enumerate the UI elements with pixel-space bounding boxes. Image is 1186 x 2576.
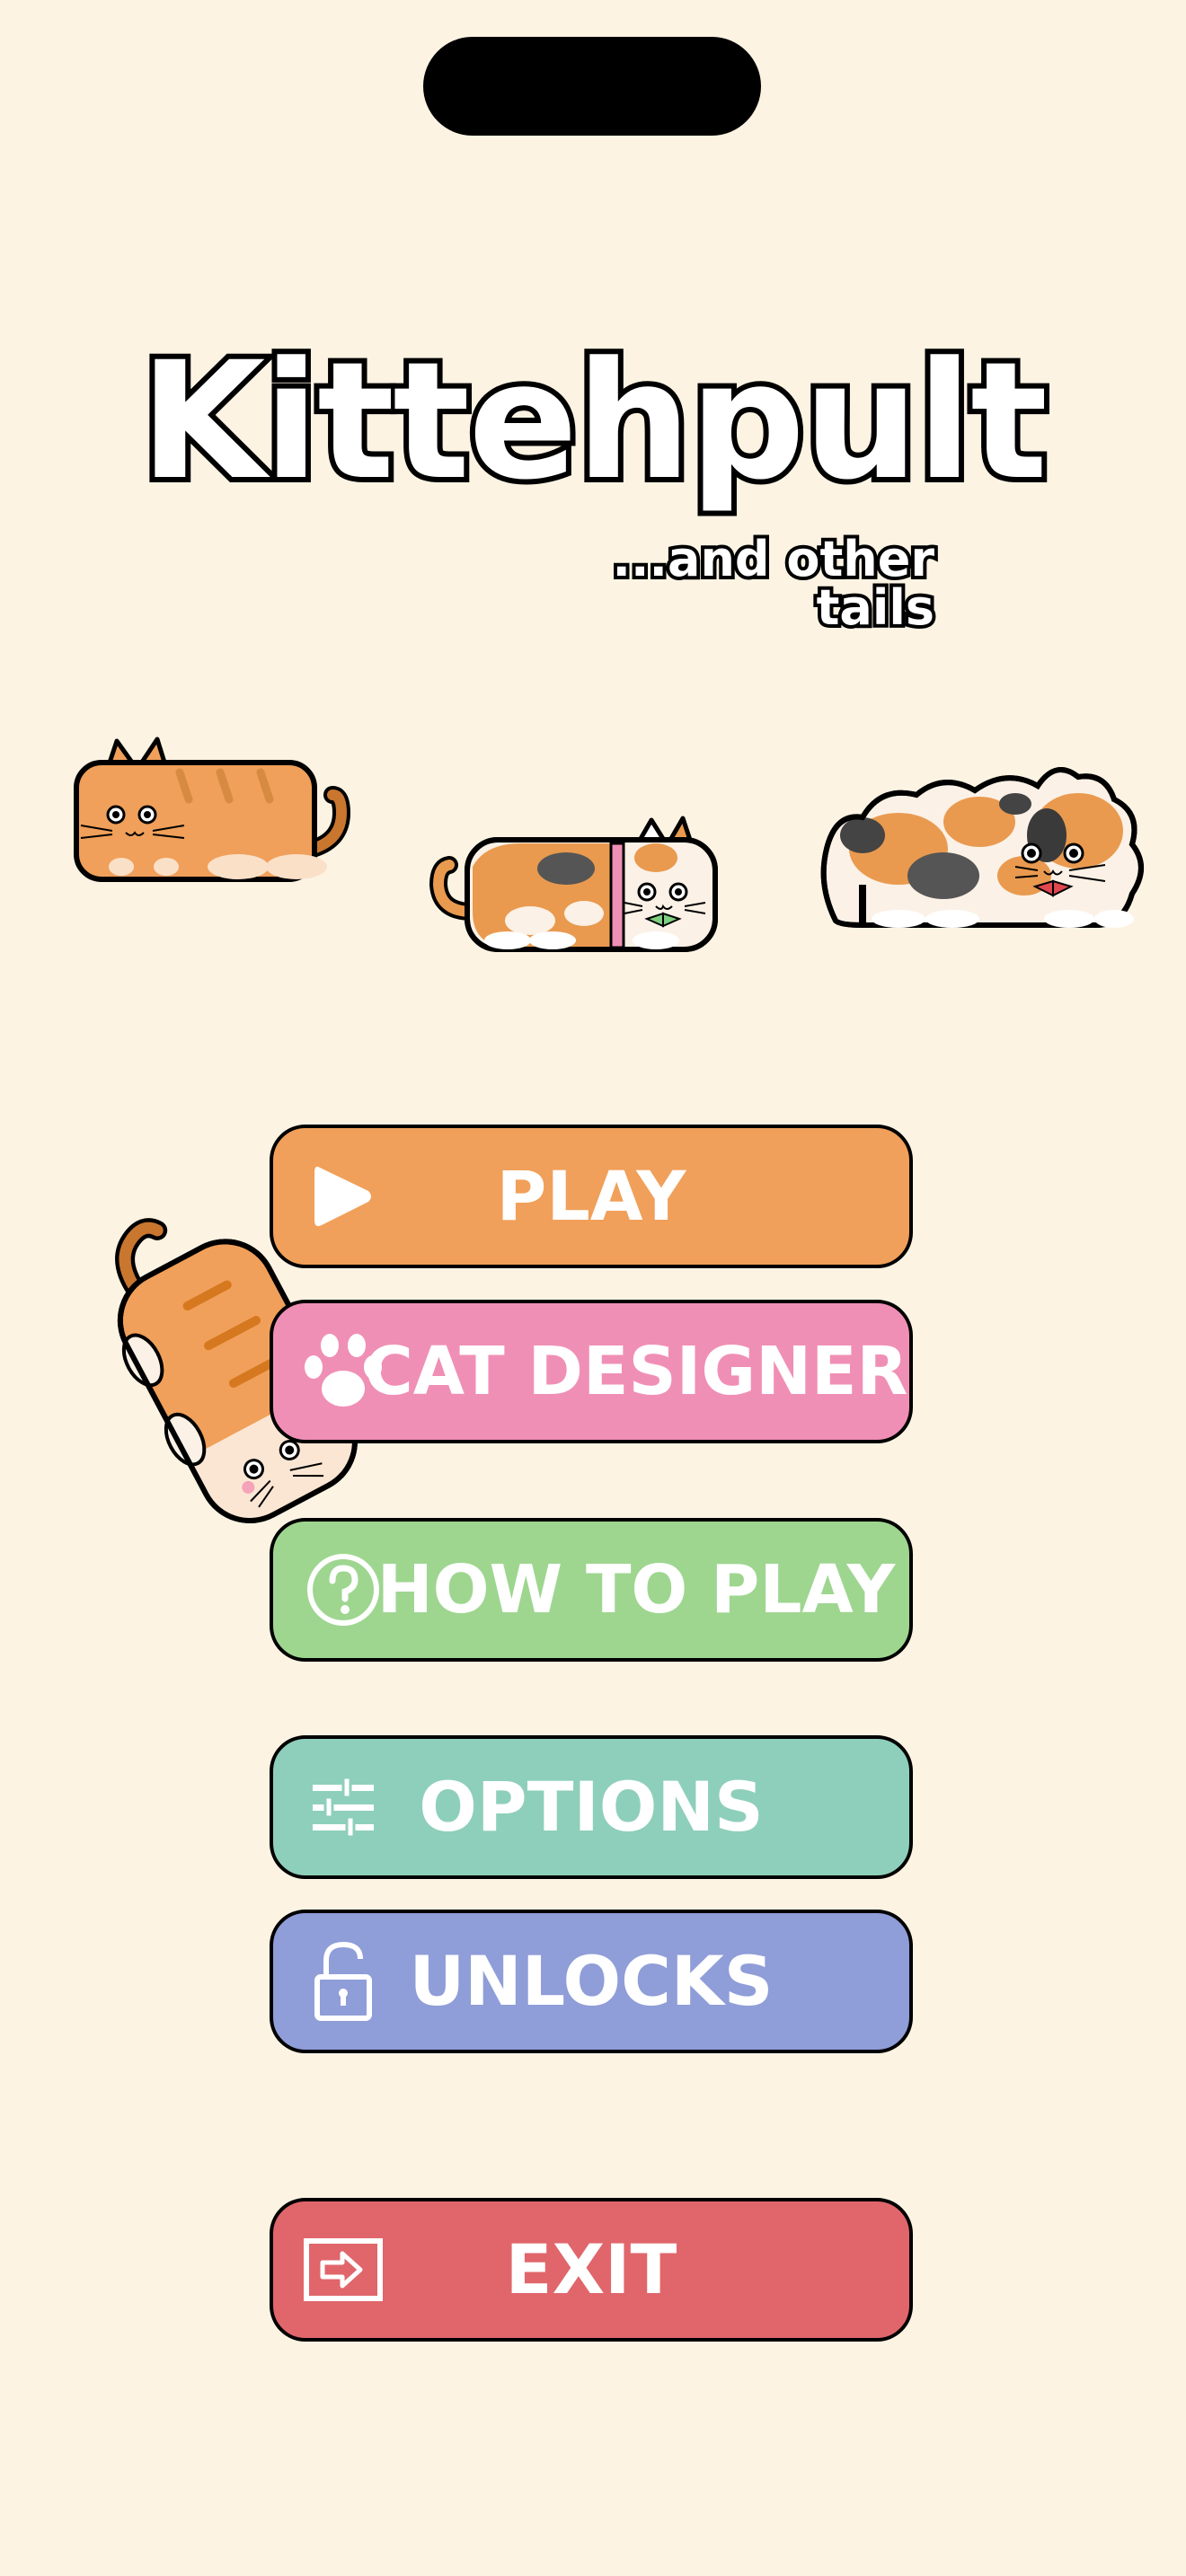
dynamic-island [423, 37, 761, 136]
play-icon [300, 1153, 386, 1239]
game-title: Kittehpult [135, 328, 1053, 516]
sliders-icon [300, 1764, 386, 1850]
fluffy-calico-cat [820, 767, 1144, 928]
question-icon [300, 1547, 386, 1633]
unlocks-button[interactable]: UNLOCKS [270, 1910, 913, 2053]
cat-designer-button[interactable]: CAT DESIGNER [270, 1300, 913, 1443]
exit-icon [300, 2227, 386, 2313]
calico-bowtie-cat [429, 816, 718, 952]
exit-button[interactable]: EXIT [270, 2198, 913, 2342]
how-to-play-button[interactable]: HOW TO PLAY [270, 1518, 913, 1662]
paw-icon [300, 1328, 386, 1415]
unlock-icon [300, 1938, 386, 2025]
orange-tabby-cat [74, 737, 351, 882]
play-button[interactable]: PLAY [270, 1125, 913, 1268]
options-button[interactable]: OPTIONS [270, 1735, 913, 1879]
game-subtitle: ...and other tails [609, 531, 939, 636]
